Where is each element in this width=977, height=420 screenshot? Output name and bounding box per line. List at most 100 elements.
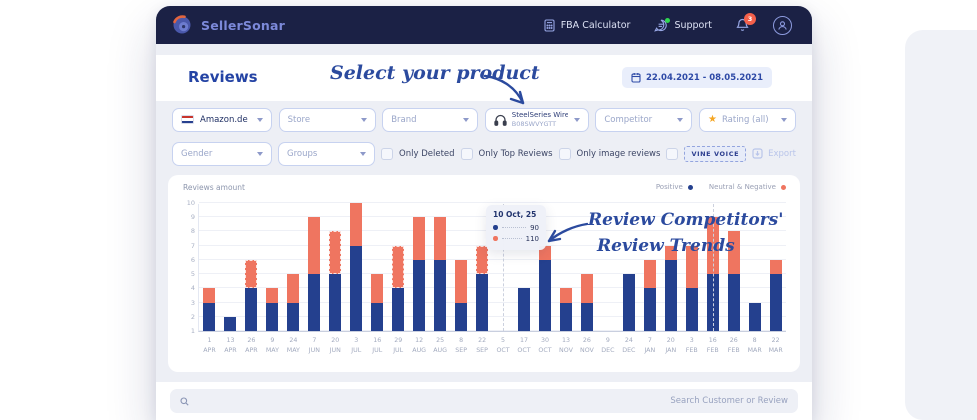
stacked-bar[interactable]: [644, 260, 656, 331]
tooltip-neutral-row: 110: [493, 233, 539, 244]
competitor-dropdown[interactable]: Competitor: [595, 108, 692, 132]
search-input[interactable]: [189, 396, 788, 406]
stacked-bar[interactable]: [224, 317, 236, 331]
stacked-bar[interactable]: [329, 231, 341, 331]
brand-dropdown[interactable]: Brand: [382, 108, 478, 132]
positive-segment: [434, 260, 446, 331]
sellersonar-logo-icon: [172, 15, 192, 35]
chart-tooltip: 10 Oct, 25 90 110: [486, 205, 546, 250]
neutral-negative-segment: [581, 274, 593, 302]
stacked-bar[interactable]: [476, 246, 488, 331]
stacked-bar[interactable]: [455, 260, 467, 331]
stacked-bar[interactable]: [392, 246, 404, 331]
date-range-picker[interactable]: 22.04.2021 - 08.05.2021: [622, 67, 772, 88]
checkbox-icon: [666, 148, 678, 160]
chart-column: 24MAY: [283, 204, 304, 331]
stacked-bar[interactable]: [308, 217, 320, 331]
chart-column: 7JUN: [304, 204, 325, 331]
chart-column: 1APR: [199, 204, 220, 331]
annotation-arrow-review-trends: [544, 220, 590, 248]
product-dropdown[interactable]: SteelSeries Wireless ... B08SWVYGTT: [485, 108, 589, 132]
marketplace-dropdown[interactable]: Amazon.de: [172, 108, 272, 132]
stacked-bar[interactable]: [686, 246, 698, 331]
gender-dropdown[interactable]: Gender: [172, 142, 272, 166]
star-icon: ★: [708, 114, 717, 125]
brand-name[interactable]: SellerSonar: [201, 18, 285, 33]
positive-segment: [539, 260, 551, 331]
legend-dot-neutral-negative: [781, 185, 786, 190]
chevron-down-icon: [781, 118, 787, 122]
stacked-bar[interactable]: [518, 288, 530, 331]
stacked-bar[interactable]: [560, 288, 572, 331]
stacked-bar[interactable]: [371, 274, 383, 331]
stacked-bar[interactable]: [749, 303, 761, 331]
chevron-down-icon: [574, 118, 580, 122]
rating-dropdown[interactable]: ★ Rating (all): [699, 108, 796, 132]
only-top-reviews-label: Only Top Reviews: [479, 149, 553, 159]
stacked-bar[interactable]: [266, 288, 278, 331]
positive-segment: [392, 288, 404, 331]
only-deleted-checkbox[interactable]: Only Deleted: [381, 148, 455, 160]
y-axis-tick: 5: [179, 270, 195, 278]
chart-column: 26APR: [241, 204, 262, 331]
y-axis-tick: 10: [179, 199, 195, 207]
store-dropdown[interactable]: Store: [279, 108, 376, 132]
neutral-negative-segment: [644, 260, 656, 288]
stacked-bar[interactable]: [350, 203, 362, 331]
stacked-bar[interactable]: [434, 217, 446, 331]
store-placeholder: Store: [288, 115, 355, 125]
rating-value: Rating (all): [722, 115, 775, 125]
chart-column: 29JUL: [388, 204, 409, 331]
positive-segment: [224, 317, 236, 331]
stacked-bar[interactable]: [665, 246, 677, 331]
groups-placeholder: Groups: [287, 149, 354, 159]
positive-segment: [245, 288, 257, 331]
stacked-bar[interactable]: [539, 246, 551, 331]
support-button[interactable]: Support: [654, 19, 712, 32]
fba-calculator-label: FBA Calculator: [561, 20, 631, 31]
chart-column: 3JUL: [346, 204, 367, 331]
positive-segment: [623, 274, 635, 331]
positive-segment: [287, 303, 299, 331]
y-axis-tick: 4: [179, 284, 195, 292]
checkbox-icon: [461, 148, 473, 160]
only-top-reviews-checkbox[interactable]: Only Top Reviews: [461, 148, 553, 160]
chart-column: 20JUN: [325, 204, 346, 331]
positive-segment: [371, 303, 383, 331]
stacked-bar[interactable]: [203, 288, 215, 331]
positive-segment: [329, 274, 341, 331]
only-image-reviews-label: Only image reviews: [577, 149, 661, 159]
notifications-button[interactable]: 3: [736, 18, 749, 32]
tooltip-positive-row: 90: [493, 222, 539, 233]
stacked-bar[interactable]: [287, 274, 299, 331]
stacked-bar[interactable]: [770, 260, 782, 331]
stacked-bar[interactable]: [245, 260, 257, 331]
positive-segment: [644, 288, 656, 331]
chart-column: 12AUG: [409, 204, 430, 331]
groups-dropdown[interactable]: Groups: [278, 142, 375, 166]
competitor-placeholder: Competitor: [604, 115, 671, 125]
only-image-reviews-checkbox[interactable]: Only image reviews: [559, 148, 661, 160]
legend-neutral-negative: Neutral & Negative: [709, 183, 786, 191]
positive-segment: [266, 303, 278, 331]
brand-placeholder: Brand: [391, 115, 457, 125]
chevron-down-icon: [257, 118, 263, 122]
product-info: SteelSeries Wireless ... B08SWVYGTT: [512, 111, 568, 128]
vine-voice-checkbox[interactable]: VINE VOICE: [666, 146, 746, 162]
tooltip-positive-value: 90: [530, 224, 539, 232]
positive-segment: [413, 260, 425, 331]
user-avatar[interactable]: [773, 16, 792, 35]
stacked-bar[interactable]: [581, 274, 593, 331]
export-icon: [752, 148, 763, 159]
stacked-bar[interactable]: [623, 274, 635, 331]
fba-calculator-button[interactable]: FBA Calculator: [544, 19, 631, 32]
headset-product-icon: [494, 113, 507, 127]
stacked-bar[interactable]: [413, 217, 425, 331]
y-axis-tick: 6: [179, 256, 195, 264]
chart-title: Reviews amount: [183, 183, 245, 192]
marketplace-flag-icon: [181, 115, 194, 124]
export-button[interactable]: Export: [752, 148, 796, 159]
chevron-down-icon: [463, 118, 469, 122]
y-axis-tick: 3: [179, 299, 195, 307]
y-axis-tick: 1: [179, 327, 195, 335]
